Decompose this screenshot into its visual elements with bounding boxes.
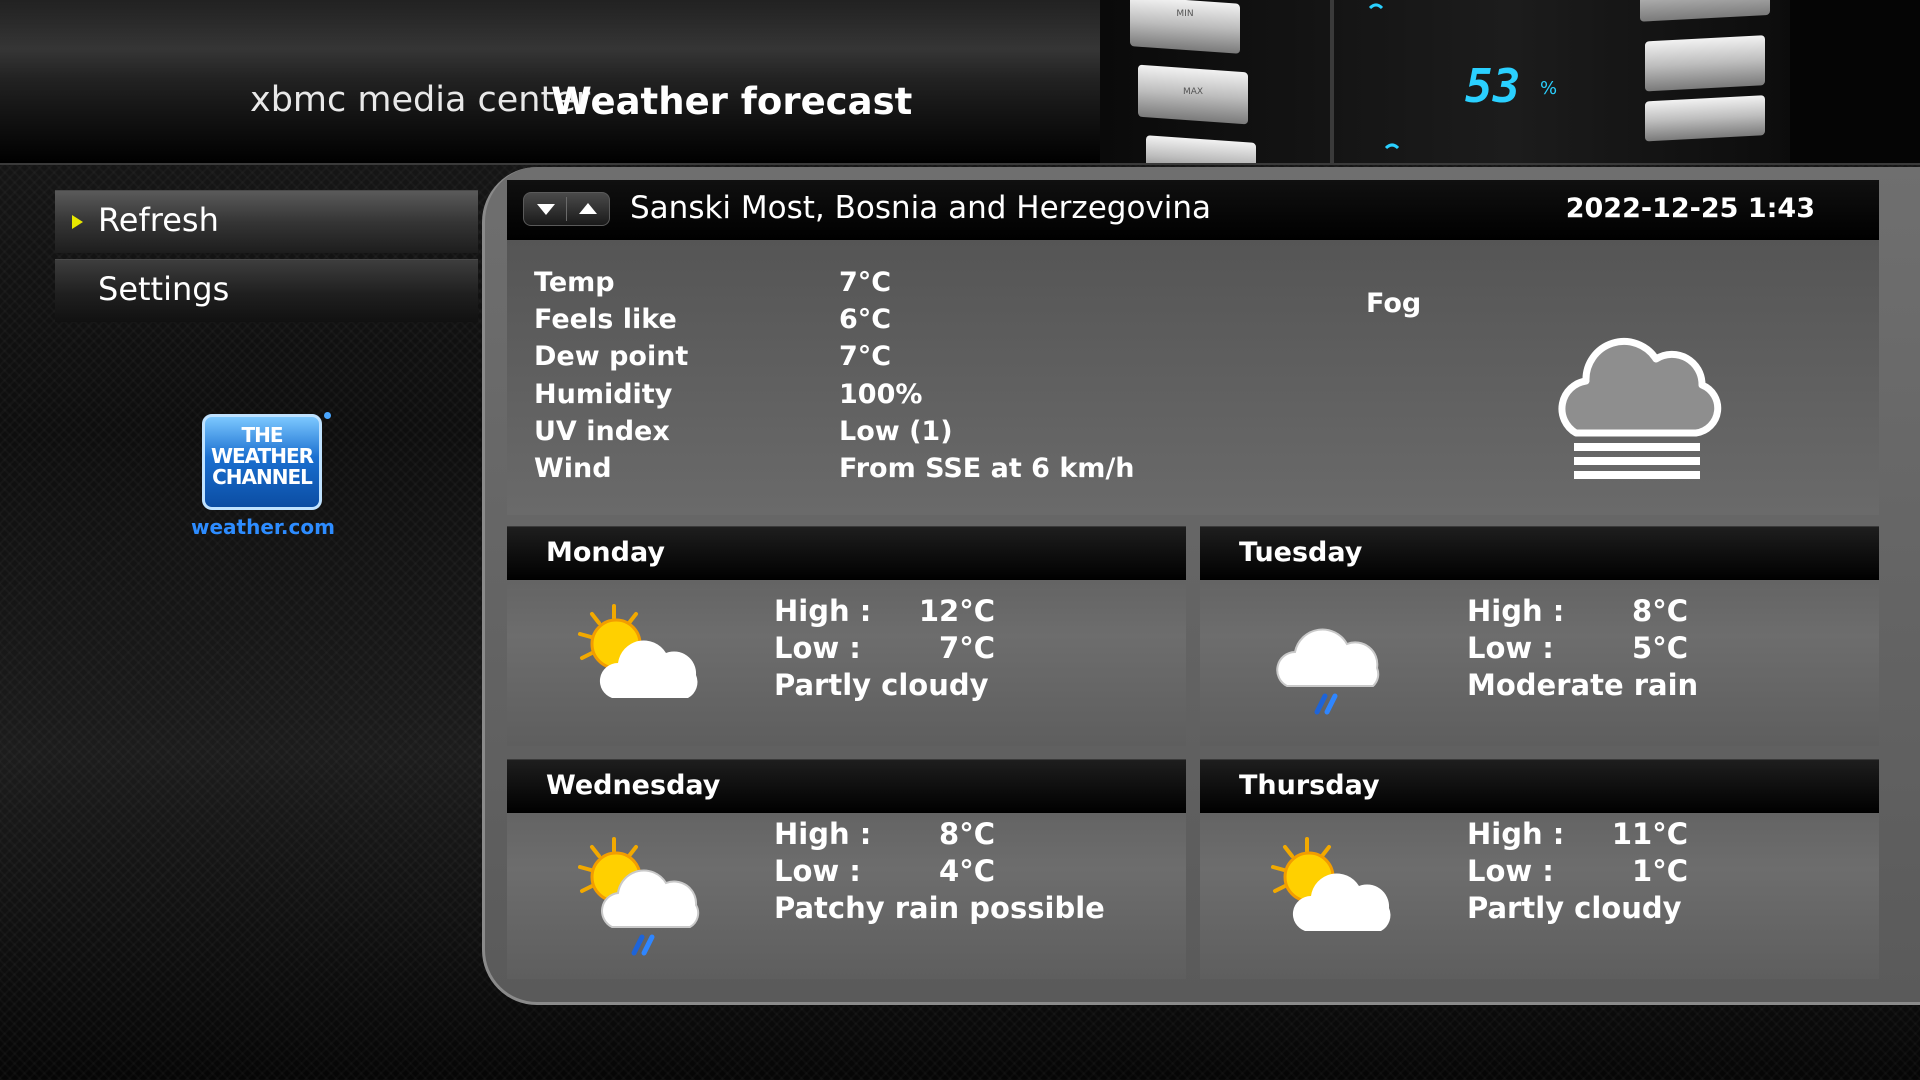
device-min-label: MIN — [1176, 9, 1193, 19]
current-row-wind: Wind From SSE at 6 km/h — [534, 453, 1334, 490]
low-label: Low : — [1467, 854, 1554, 888]
forecast-day-header: Monday — [507, 526, 1186, 580]
forecast-day-header: Thursday — [1200, 759, 1879, 813]
current-label: Dew point — [534, 341, 689, 372]
lcd-value: 53 — [1465, 59, 1520, 113]
updated-timestamp: 2022-12-25 1:43 — [1565, 193, 1815, 224]
current-label: UV index — [534, 416, 670, 447]
high-value: 8°C — [1632, 594, 1688, 628]
forecast-day-name: Wednesday — [546, 770, 721, 801]
current-value: 100% — [839, 379, 923, 410]
chevron-up-icon — [579, 203, 597, 214]
partly-cloudy-icon — [1271, 837, 1391, 931]
forecast-day-name: Monday — [546, 537, 665, 568]
current-label: Humidity — [534, 379, 673, 410]
low-value: 4°C — [939, 854, 995, 888]
lcd-unit: % — [1540, 78, 1557, 99]
forecast-day-name: Tuesday — [1239, 537, 1363, 568]
sidebar-item-settings[interactable]: Settings — [55, 259, 478, 322]
forecast-day-thursday: Thursday High : 11°C Low : 1°C Partly cl… — [1200, 759, 1879, 979]
partly-cloudy-icon — [578, 604, 698, 698]
current-label: Feels like — [534, 304, 677, 335]
device-button-max: MAX — [1138, 64, 1248, 125]
current-value: Low (1) — [839, 416, 953, 447]
current-row-temp: Temp 7°C — [534, 267, 1334, 304]
decorative-device-image: MIN MAX 53 % — [1100, 0, 1920, 163]
current-value: From SSE at 6 km/h — [839, 453, 1135, 484]
high-label: High : — [1467, 817, 1565, 851]
sidebar-item-label: Refresh — [98, 201, 219, 239]
forecast-day-wednesday: Wednesday High : 8°C Low : 4°C Patchy ra… — [507, 759, 1186, 979]
forecast-day-tuesday: Tuesday High : 8°C Low : 5°C Moderate ra… — [1200, 526, 1879, 746]
high-value: 8°C — [939, 817, 995, 851]
current-value: 6°C — [839, 304, 892, 335]
high-label: High : — [774, 817, 872, 851]
page-title: Weather forecast — [551, 80, 913, 123]
header-bar: MIN MAX 53 % xbmc media center Weather f… — [0, 0, 1920, 165]
current-row-feels-like: Feels like 6°C — [534, 304, 1334, 341]
forecast-condition: Partly cloudy — [774, 668, 989, 702]
weather-channel-logo: THE WEATHER CHANNEL — [202, 414, 322, 510]
rain-cloud-icon — [1276, 628, 1380, 715]
forecast-day-header: Tuesday — [1200, 526, 1879, 580]
forecast-day-name: Thursday — [1239, 770, 1380, 801]
location-prev-button[interactable] — [567, 193, 609, 225]
sidebar-item-refresh[interactable]: Refresh — [55, 190, 478, 253]
current-row-dew-point: Dew point 7°C — [534, 341, 1334, 378]
high-label: High : — [774, 594, 872, 628]
forecast-condition: Patchy rain possible — [774, 891, 1105, 925]
low-label: Low : — [774, 854, 861, 888]
current-value: 7°C — [839, 341, 892, 372]
focus-arrow-icon — [72, 215, 83, 229]
device-max-label: MAX — [1183, 87, 1203, 97]
logo-text: THE WEATHER CHANNEL — [210, 423, 314, 489]
low-value: 1°C — [1632, 854, 1688, 888]
app-name: xbmc media center — [250, 80, 591, 120]
device-button-min: MIN — [1130, 0, 1240, 54]
current-label: Temp — [534, 267, 615, 298]
location-spin-control — [523, 192, 610, 226]
location-next-button[interactable] — [524, 193, 566, 225]
low-label: Low : — [1467, 631, 1554, 665]
logo-registered-mark — [324, 412, 331, 419]
fog-icon — [1558, 337, 1722, 479]
forecast-day-header: Wednesday — [507, 759, 1186, 813]
sidebar-item-label: Settings — [98, 270, 230, 308]
current-row-humidity: Humidity 100% — [534, 379, 1334, 416]
forecast-day-monday: Monday High : 12°C Low : 7°C Partly clou… — [507, 526, 1186, 746]
logo-site-text: weather.com — [191, 515, 335, 539]
current-condition: Fog — [1366, 288, 1422, 319]
current-row-uv-index: UV index Low (1) — [534, 416, 1334, 453]
patchy-rain-icon — [578, 837, 700, 956]
low-value: 5°C — [1632, 631, 1688, 665]
current-label: Wind — [534, 453, 612, 484]
low-value: 7°C — [939, 631, 995, 665]
high-value: 11°C — [1611, 817, 1688, 851]
current-value: 7°C — [839, 267, 892, 298]
high-value: 12°C — [918, 594, 995, 628]
forecast-condition: Moderate rain — [1467, 668, 1699, 702]
location-name: Sanski Most, Bosnia and Herzegovina — [630, 190, 1212, 226]
high-label: High : — [1467, 594, 1565, 628]
chevron-down-icon — [537, 204, 555, 215]
forecast-condition: Partly cloudy — [1467, 891, 1682, 925]
low-label: Low : — [774, 631, 861, 665]
